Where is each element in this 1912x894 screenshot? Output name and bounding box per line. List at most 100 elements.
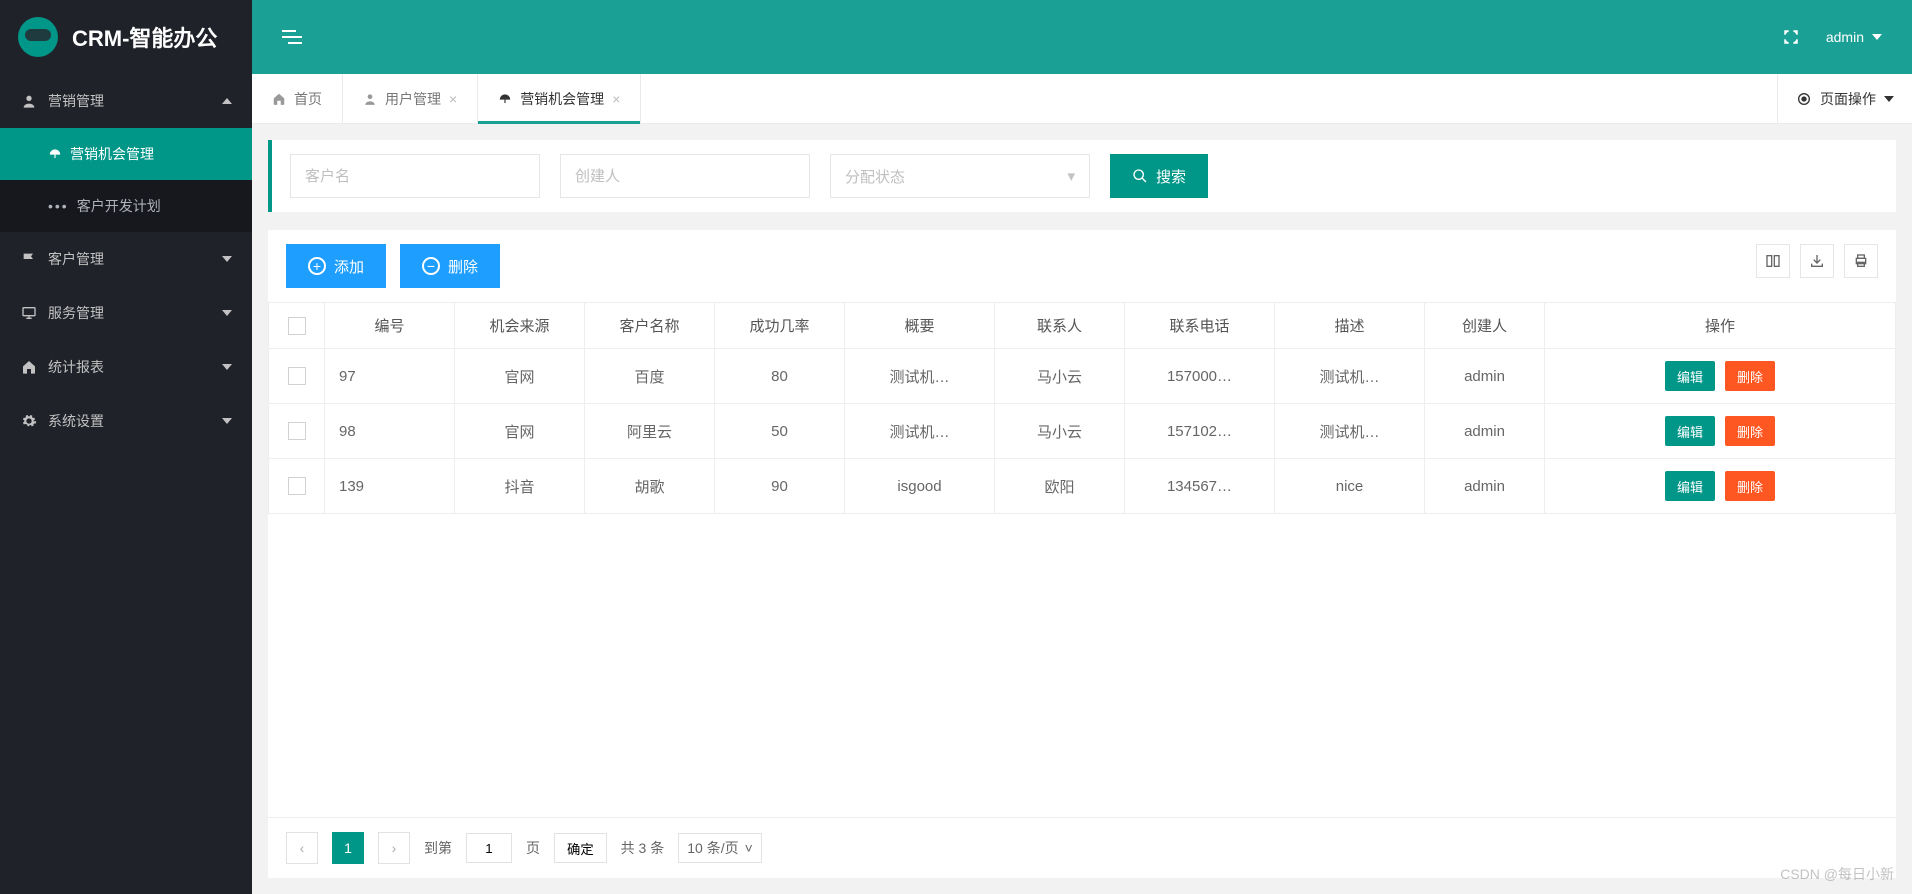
search-button[interactable]: 搜索 [1110,154,1208,198]
home-icon [272,92,286,106]
table-card: + 添加 − 删除 [268,230,1896,878]
sidebar-sub-label: 营销机会管理 [70,144,154,164]
cell-desc: nice [1275,459,1425,514]
cell-customer: 胡歌 [585,459,715,514]
col-source: 机会来源 [455,303,585,349]
flag-icon [20,251,38,267]
sidebar-item-reports[interactable]: 统计报表 [0,340,252,394]
tab-home[interactable]: 首页 [252,74,343,123]
cell-rate: 50 [715,404,845,459]
chevron-down-icon [222,418,232,424]
columns-icon[interactable] [1756,244,1790,278]
cell-phone: 134567… [1125,459,1275,514]
cell-phone: 157000… [1125,349,1275,404]
row-delete-button[interactable]: 删除 [1725,416,1775,446]
row-delete-button[interactable]: 删除 [1725,471,1775,501]
tab-label: 用户管理 [385,89,441,109]
sidebar-submenu-marketing: 营销机会管理 ••• 客户开发计划 [0,128,252,232]
minus-circle-icon: − [422,257,440,275]
col-rate: 成功几率 [715,303,845,349]
page-size-select[interactable]: 10 条/页 ˅ [678,833,762,863]
add-button-label: 添加 [334,256,364,277]
creator-input[interactable] [560,154,810,198]
cell-id: 98 [325,404,455,459]
customer-input[interactable] [290,154,540,198]
sidebar-label: 营销管理 [48,91,104,111]
gear-icon [20,413,38,429]
chevron-up-icon [222,98,232,104]
sidebar-item-service[interactable]: 服务管理 [0,286,252,340]
search-icon [1132,168,1148,184]
page-number-button[interactable]: 1 [332,832,364,864]
cell-summary: isgood [845,459,995,514]
cell-rate: 80 [715,349,845,404]
page-input[interactable] [466,833,512,863]
user-dropdown[interactable]: admin [1826,29,1882,45]
cell-contact: 马小云 [995,404,1125,459]
col-phone: 联系电话 [1125,303,1275,349]
tab-label: 营销机会管理 [520,89,604,109]
export-icon[interactable] [1800,244,1834,278]
sidebar-sub-label: 客户开发计划 [77,196,161,216]
cell-id: 97 [325,349,455,404]
table-header-row: 编号 机会来源 客户名称 成功几率 概要 联系人 联系电话 描述 创建人 操作 [269,303,1896,349]
cell-summary: 测试机… [845,404,995,459]
cell-source: 官网 [455,404,585,459]
chevron-down-icon [222,310,232,316]
dots-icon: ••• [48,198,69,214]
add-button[interactable]: + 添加 [286,244,386,288]
cell-phone: 157102… [1125,404,1275,459]
col-id: 编号 [325,303,455,349]
cell-creator: admin [1425,459,1545,514]
sidebar-item-settings[interactable]: 系统设置 [0,394,252,448]
edit-button[interactable]: 编辑 [1665,361,1715,391]
sidebar-item-customer[interactable]: 客户管理 [0,232,252,286]
row-checkbox[interactable] [288,477,306,495]
edit-button[interactable]: 编辑 [1665,416,1715,446]
delete-button[interactable]: − 删除 [400,244,500,288]
state-select[interactable]: 分配状态 ▾ [830,154,1090,198]
row-delete-button[interactable]: 删除 [1725,361,1775,391]
topbar: admin [252,0,1912,74]
print-icon[interactable] [1844,244,1878,278]
select-all-checkbox[interactable] [288,317,306,335]
col-summary: 概要 [845,303,995,349]
chevron-down-icon [222,256,232,262]
sidebar-item-marketing[interactable]: 营销管理 [0,74,252,128]
col-contact: 联系人 [995,303,1125,349]
chevron-down-icon: ˅ [745,840,753,856]
fullscreen-icon[interactable] [1782,28,1800,46]
prev-page-button[interactable]: ‹ [286,832,318,864]
menu-toggle-icon[interactable] [282,30,302,44]
cell-creator: admin [1425,404,1545,459]
edit-button[interactable]: 编辑 [1665,471,1715,501]
sidebar-sub-sales-opportunity[interactable]: 营销机会管理 [0,128,252,180]
search-panel: 分配状态 ▾ 搜索 [268,140,1896,212]
sidebar-sub-dev-plan[interactable]: ••• 客户开发计划 [0,180,252,232]
user-icon [363,92,377,106]
row-checkbox[interactable] [288,367,306,385]
goto-prefix: 到第 [424,838,452,858]
goto-confirm-button[interactable]: 确定 [554,833,607,863]
tab-user-mgmt[interactable]: 用户管理 × [343,74,478,123]
close-icon[interactable]: × [612,91,620,107]
chevron-down-icon: ▾ [1067,167,1075,185]
table-empty-space [268,514,1896,817]
tabs: 首页 用户管理 × 营销机会管理 × 页面操作 [252,74,1912,124]
dashboard-icon [48,147,62,161]
col-customer: 客户名称 [585,303,715,349]
sidebar: CRM-智能办公 营销管理 营销机会管理 ••• 客户开发计划 [0,0,252,894]
cell-creator: admin [1425,349,1545,404]
next-page-button[interactable]: › [378,832,410,864]
main: admin 首页 用户管理 × [252,0,1912,894]
close-icon[interactable]: × [449,91,457,107]
cell-customer: 阿里云 [585,404,715,459]
row-checkbox[interactable] [288,422,306,440]
table-toolbar: + 添加 − 删除 [268,230,1896,302]
cell-customer: 百度 [585,349,715,404]
target-icon [1796,91,1812,107]
user-icon [20,93,38,109]
search-button-label: 搜索 [1156,166,1186,187]
tab-sales-opportunity[interactable]: 营销机会管理 × [478,74,641,123]
page-operations-dropdown[interactable]: 页面操作 [1777,74,1912,123]
